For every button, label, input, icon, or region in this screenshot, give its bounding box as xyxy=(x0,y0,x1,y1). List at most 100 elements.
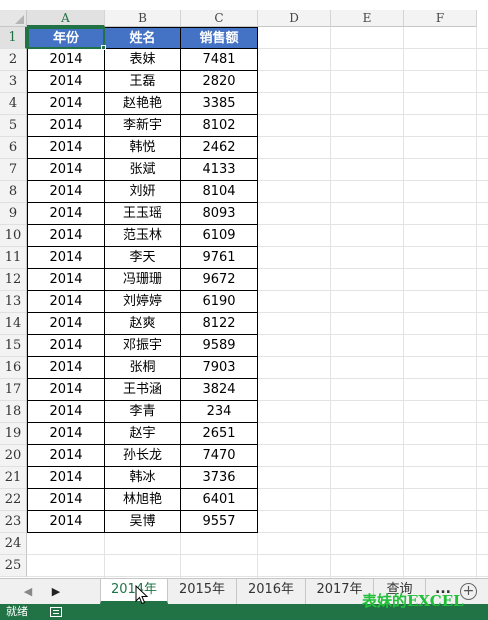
row-header[interactable]: 1 xyxy=(0,27,27,49)
table-cell[interactable]: 林旭艳 xyxy=(105,489,181,511)
table-cell[interactable]: 8104 xyxy=(181,181,258,203)
table-cell[interactable]: 2014 xyxy=(27,379,105,401)
table-cell[interactable]: 王玉瑶 xyxy=(105,203,181,225)
table-cell[interactable]: 孙长龙 xyxy=(105,445,181,467)
row-header[interactable]: 18 xyxy=(0,401,27,423)
row-header[interactable]: 2 xyxy=(0,49,27,71)
row-header[interactable]: 7 xyxy=(0,159,27,181)
table-cell[interactable]: 李青 xyxy=(105,401,181,423)
table-cell[interactable]: 8122 xyxy=(181,313,258,335)
select-all-corner[interactable] xyxy=(0,10,27,27)
table-cell[interactable]: 刘婷婷 xyxy=(105,291,181,313)
row-header[interactable]: 13 xyxy=(0,291,27,313)
row-header[interactable]: 15 xyxy=(0,335,27,357)
table-cell[interactable]: 6190 xyxy=(181,291,258,313)
row-header[interactable]: 22 xyxy=(0,489,27,511)
row-header[interactable]: 19 xyxy=(0,423,27,445)
row-header[interactable]: 17 xyxy=(0,379,27,401)
table-cell[interactable]: 9589 xyxy=(181,335,258,357)
row-header[interactable]: 8 xyxy=(0,181,27,203)
column-header-c[interactable]: C xyxy=(181,10,258,27)
header-cell[interactable]: 销售额 xyxy=(181,27,258,49)
table-cell[interactable]: 2462 xyxy=(181,137,258,159)
row-header[interactable]: 9 xyxy=(0,203,27,225)
row-header[interactable]: 20 xyxy=(0,445,27,467)
table-cell[interactable]: 4133 xyxy=(181,159,258,181)
table-cell[interactable]: 韩悦 xyxy=(105,137,181,159)
table-cell[interactable]: 2014 xyxy=(27,291,105,313)
table-cell[interactable]: 2014 xyxy=(27,181,105,203)
table-cell[interactable]: 3736 xyxy=(181,467,258,489)
table-cell[interactable]: 范玉林 xyxy=(105,225,181,247)
spreadsheet-grid[interactable]: ABCDEF 1 2 3 4 5 6 7 8 9 10 11 12 13 14 15 16 17 18 19 20 21… xyxy=(0,0,488,578)
table-cell[interactable]: 2014 xyxy=(27,225,105,247)
table-cell[interactable]: 2014 xyxy=(27,467,105,489)
table-cell[interactable]: 赵爽 xyxy=(105,313,181,335)
sheet-tab[interactable]: 2016年 xyxy=(237,579,306,604)
table-cell[interactable]: 3824 xyxy=(181,379,258,401)
fill-handle[interactable] xyxy=(101,45,106,50)
table-cell[interactable]: 赵艳艳 xyxy=(105,93,181,115)
row-header[interactable]: 12 xyxy=(0,269,27,291)
row-header[interactable]: 10 xyxy=(0,225,27,247)
table-cell[interactable]: 刘妍 xyxy=(105,181,181,203)
table-cell[interactable]: 李天 xyxy=(105,247,181,269)
table-cell[interactable]: 2014 xyxy=(27,357,105,379)
table-cell[interactable]: 2014 xyxy=(27,159,105,181)
table-cell[interactable]: 张桐 xyxy=(105,357,181,379)
table-cell[interactable]: 2014 xyxy=(27,489,105,511)
table-cell[interactable]: 2014 xyxy=(27,115,105,137)
column-header-d[interactable]: D xyxy=(258,10,331,27)
table-cell[interactable]: 2651 xyxy=(181,423,258,445)
table-cell[interactable]: 3385 xyxy=(181,93,258,115)
table-cell[interactable]: 6401 xyxy=(181,489,258,511)
table-cell[interactable]: 9672 xyxy=(181,269,258,291)
table-cell[interactable]: 7903 xyxy=(181,357,258,379)
column-header-a[interactable]: A xyxy=(27,10,105,27)
row-header[interactable]: 3 xyxy=(0,71,27,93)
table-cell[interactable]: 2014 xyxy=(27,137,105,159)
column-header-b[interactable]: B xyxy=(105,10,181,27)
row-header[interactable]: 21 xyxy=(0,467,27,489)
table-cell[interactable]: 2014 xyxy=(27,335,105,357)
table-cell[interactable]: 李新宇 xyxy=(105,115,181,137)
table-cell[interactable]: 韩冰 xyxy=(105,467,181,489)
table-cell[interactable]: 表妹 xyxy=(105,49,181,71)
table-cell[interactable]: 2014 xyxy=(27,49,105,71)
row-header[interactable]: 6 xyxy=(0,137,27,159)
table-cell[interactable]: 2014 xyxy=(27,203,105,225)
column-header-e[interactable]: E xyxy=(331,10,404,27)
table-cell[interactable]: 7470 xyxy=(181,445,258,467)
header-cell[interactable]: 年份 xyxy=(27,27,105,49)
table-cell[interactable]: 234 xyxy=(181,401,258,423)
table-cell[interactable]: 吴博 xyxy=(105,511,181,533)
table-cell[interactable]: 2014 xyxy=(27,71,105,93)
table-cell[interactable]: 8102 xyxy=(181,115,258,137)
table-cell[interactable]: 2014 xyxy=(27,313,105,335)
row-header[interactable]: 16 xyxy=(0,357,27,379)
row-header[interactable]: 5 xyxy=(0,115,27,137)
table-cell[interactable]: 6109 xyxy=(181,225,258,247)
table-cell[interactable]: 8093 xyxy=(181,203,258,225)
next-sheet-icon[interactable]: ▶ xyxy=(44,579,68,604)
table-cell[interactable]: 2014 xyxy=(27,247,105,269)
row-header[interactable]: 14 xyxy=(0,313,27,335)
table-cell[interactable]: 2014 xyxy=(27,93,105,115)
table-cell[interactable]: 2820 xyxy=(181,71,258,93)
table-cell[interactable]: 张斌 xyxy=(105,159,181,181)
column-header-f[interactable]: F xyxy=(404,10,477,27)
table-cell[interactable]: 9761 xyxy=(181,247,258,269)
row-header[interactable]: 11 xyxy=(0,247,27,269)
sheet-tab[interactable]: 2015年 xyxy=(168,579,237,604)
table-cell[interactable]: 9557 xyxy=(181,511,258,533)
table-cell[interactable]: 王书涵 xyxy=(105,379,181,401)
table-cell[interactable]: 2014 xyxy=(27,423,105,445)
table-cell[interactable]: 2014 xyxy=(27,445,105,467)
sheet-tab[interactable]: 2014年 xyxy=(100,579,168,604)
table-cell[interactable]: 赵宇 xyxy=(105,423,181,445)
table-cell[interactable]: 7481 xyxy=(181,49,258,71)
row-header[interactable]: 25 xyxy=(0,555,27,577)
table-cell[interactable]: 冯珊珊 xyxy=(105,269,181,291)
row-header[interactable]: 24 xyxy=(0,533,27,555)
row-header[interactable]: 4 xyxy=(0,93,27,115)
